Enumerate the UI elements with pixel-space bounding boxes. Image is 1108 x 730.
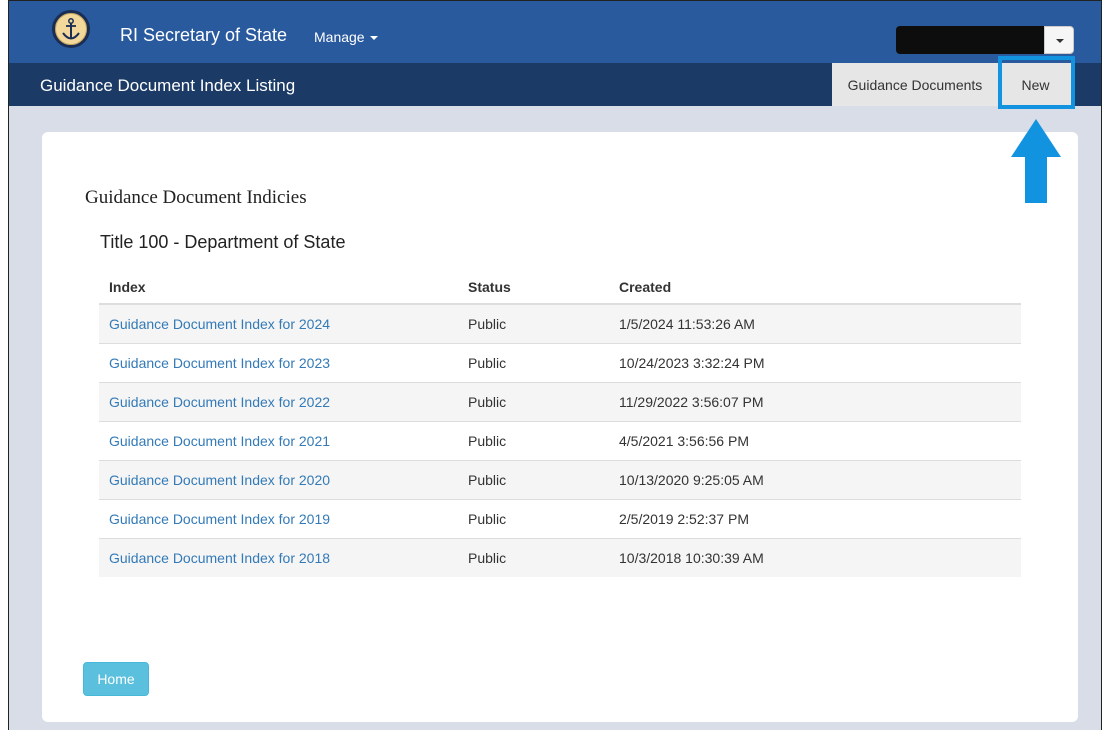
page-subheader: Guidance Document Index Listing Guidance… — [9, 63, 1101, 106]
column-header-index: Index — [99, 270, 458, 305]
column-header-created: Created — [609, 270, 1021, 305]
chevron-down-icon — [369, 36, 378, 41]
new-tab-highlight-box — [998, 56, 1075, 109]
top-navbar: RI Secretary of State Manage — [9, 1, 1101, 63]
table-row: Guidance Document Index for 2023 Public … — [99, 342, 1021, 382]
status-cell: Public — [458, 459, 609, 499]
content-card: Guidance Document Indicies Title 100 - D… — [42, 132, 1078, 722]
table-row: Guidance Document Index for 2022 Public … — [99, 381, 1021, 421]
table-row: Guidance Document Index for 2019 Public … — [99, 498, 1021, 538]
user-account-box[interactable] — [896, 26, 1044, 54]
status-cell: Public — [458, 342, 609, 382]
section-title: Title 100 - Department of State — [100, 232, 346, 252]
index-link[interactable]: Guidance Document Index for 2018 — [109, 550, 330, 566]
index-link[interactable]: Guidance Document Index for 2021 — [109, 433, 330, 449]
arrow-up-icon — [1011, 119, 1061, 203]
created-cell: 2/5/2019 2:52:37 PM — [609, 498, 1021, 538]
status-cell: Public — [458, 303, 609, 343]
index-table: Index Status Created Guidance Document I… — [99, 270, 1021, 577]
app-brand-title[interactable]: RI Secretary of State — [120, 25, 287, 46]
content-heading: Guidance Document Indicies — [85, 187, 307, 208]
created-cell: 11/29/2022 3:56:07 PM — [609, 381, 1021, 421]
index-link[interactable]: Guidance Document Index for 2024 — [109, 316, 330, 332]
created-cell: 10/24/2023 3:32:24 PM — [609, 342, 1021, 382]
app-window: RI Secretary of State Manage Guidance Do… — [8, 0, 1102, 730]
index-link[interactable]: Guidance Document Index for 2023 — [109, 355, 330, 371]
index-link[interactable]: Guidance Document Index for 2019 — [109, 511, 330, 527]
created-cell: 10/13/2020 9:25:05 AM — [609, 459, 1021, 499]
manage-menu-label: Manage — [314, 29, 365, 45]
status-cell: Public — [458, 420, 609, 460]
status-cell: Public — [458, 537, 609, 577]
column-header-status: Status — [458, 270, 609, 305]
table-row: Guidance Document Index for 2018 Public … — [99, 537, 1021, 577]
index-link[interactable]: Guidance Document Index for 2022 — [109, 394, 330, 410]
status-cell: Public — [458, 498, 609, 538]
tab-guidance-documents[interactable]: Guidance Documents — [832, 63, 999, 106]
state-seal-icon[interactable] — [52, 10, 90, 48]
created-cell: 1/5/2024 11:53:26 AM — [609, 303, 1021, 343]
table-row: Guidance Document Index for 2021 Public … — [99, 420, 1021, 460]
page-title: Guidance Document Index Listing — [40, 76, 296, 95]
home-button[interactable]: Home — [83, 662, 149, 696]
created-cell: 4/5/2021 3:56:56 PM — [609, 420, 1021, 460]
user-dropdown-toggle[interactable] — [1044, 26, 1074, 54]
table-header-row: Index Status Created — [99, 270, 1021, 305]
index-link[interactable]: Guidance Document Index for 2020 — [109, 472, 330, 488]
created-cell: 10/3/2018 10:30:39 AM — [609, 537, 1021, 577]
manage-menu[interactable]: Manage — [314, 29, 378, 45]
table-row: Guidance Document Index for 2020 Public … — [99, 459, 1021, 499]
table-row: Guidance Document Index for 2024 Public … — [99, 303, 1021, 343]
status-cell: Public — [458, 381, 609, 421]
